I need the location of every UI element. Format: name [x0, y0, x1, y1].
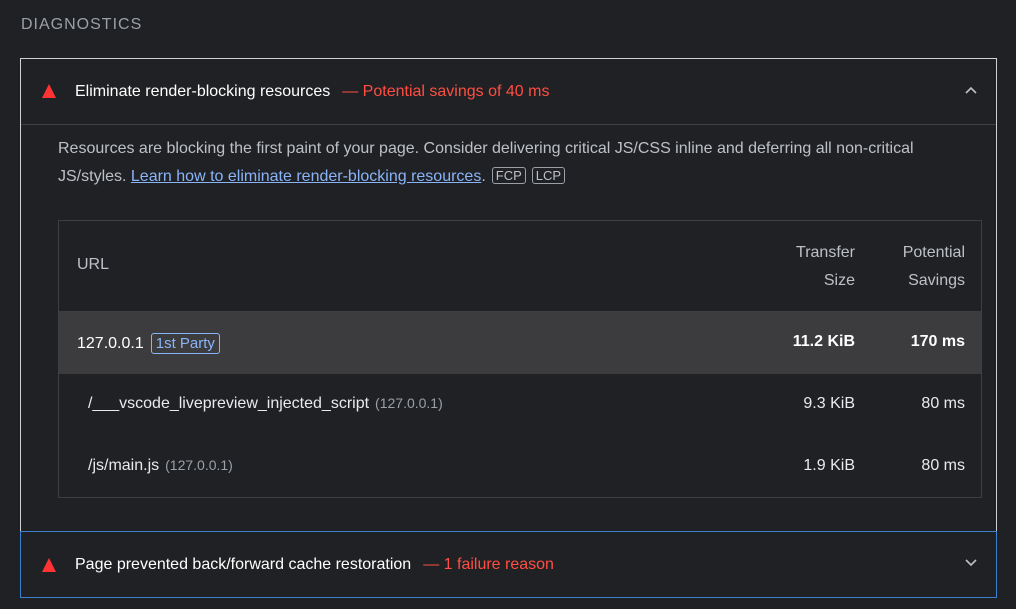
table-row: /___vscode_livepreview_injected_script (1…: [59, 374, 981, 436]
row-origin: (127.0.0.1): [165, 457, 233, 473]
audit-title: Eliminate render-blocking resources: [75, 82, 331, 100]
section-title: DIAGNOSTICS: [21, 16, 143, 33]
header-savings-line1: Potential: [902, 244, 965, 261]
row-potential-savings: 80 ms: [921, 457, 965, 474]
chevron-down-icon[interactable]: [965, 559, 977, 569]
row-transfer-size: 1.9 KiB: [803, 457, 855, 474]
header-transfer-line1: Transfer: [796, 244, 855, 261]
resources-table: URL Transfer Size Potential Savings 127.…: [58, 220, 982, 498]
audit-header-render-blocking[interactable]: Eliminate render-blocking resources — Po…: [21, 59, 996, 125]
first-party-badge: 1st Party: [150, 333, 220, 354]
header-url: URL: [77, 256, 110, 273]
warning-triangle-icon: [42, 84, 56, 98]
audit-title: Page prevented back/forward cache restor…: [75, 556, 412, 573]
header-potential-savings: Potential Savings: [903, 239, 965, 295]
row-url[interactable]: /___vscode_livepreview_injected_script: [88, 395, 369, 412]
chevron-up-icon[interactable]: [965, 86, 977, 96]
row-transfer-size: 9.3 KiB: [803, 395, 855, 412]
group-url: 127.0.0.1: [77, 335, 144, 352]
metric-tag-fcp: FCP: [491, 167, 526, 184]
audit-bfcache: Page prevented back/forward cache restor…: [20, 531, 997, 598]
table-header: URL Transfer Size Potential Savings: [59, 221, 981, 312]
group-potential-savings: 170 ms: [910, 333, 965, 350]
audit-savings: — Potential savings of 40 ms: [342, 82, 550, 100]
warning-triangle-icon: [42, 557, 56, 572]
header-transfer-size: Transfer Size: [796, 239, 855, 295]
audit-description: Resources are blocking the first paint o…: [58, 135, 968, 191]
description-period: .: [481, 168, 486, 185]
row-potential-savings: 80 ms: [921, 395, 965, 412]
group-transfer-size: 11.2 KiB: [792, 333, 855, 350]
header-savings-line2: Savings: [908, 272, 965, 289]
metric-tag-lcp: LCP: [531, 167, 566, 184]
header-transfer-line2: Size: [823, 272, 855, 289]
table-row: /js/main.js (127.0.0.1) 1.9 KiB 80 ms: [59, 436, 981, 498]
audit-render-blocking: Eliminate render-blocking resources — Po…: [20, 58, 997, 532]
row-url-cell: /js/main.js (127.0.0.1): [88, 457, 233, 475]
row-url-cell: /___vscode_livepreview_injected_script (1…: [88, 395, 443, 413]
group-url-cell: 127.0.0.1 1st Party: [77, 333, 220, 354]
table-group-row: 127.0.0.1 1st Party 11.2 KiB 170 ms: [59, 312, 981, 374]
audit-header-bfcache[interactable]: Page prevented back/forward cache restor…: [21, 532, 996, 598]
audit-failure-count: — 1 failure reason: [423, 556, 554, 573]
learn-more-link[interactable]: Learn how to eliminate render-blocking r…: [131, 168, 481, 185]
row-url[interactable]: /js/main.js: [88, 457, 159, 474]
row-origin: (127.0.0.1): [375, 395, 443, 411]
